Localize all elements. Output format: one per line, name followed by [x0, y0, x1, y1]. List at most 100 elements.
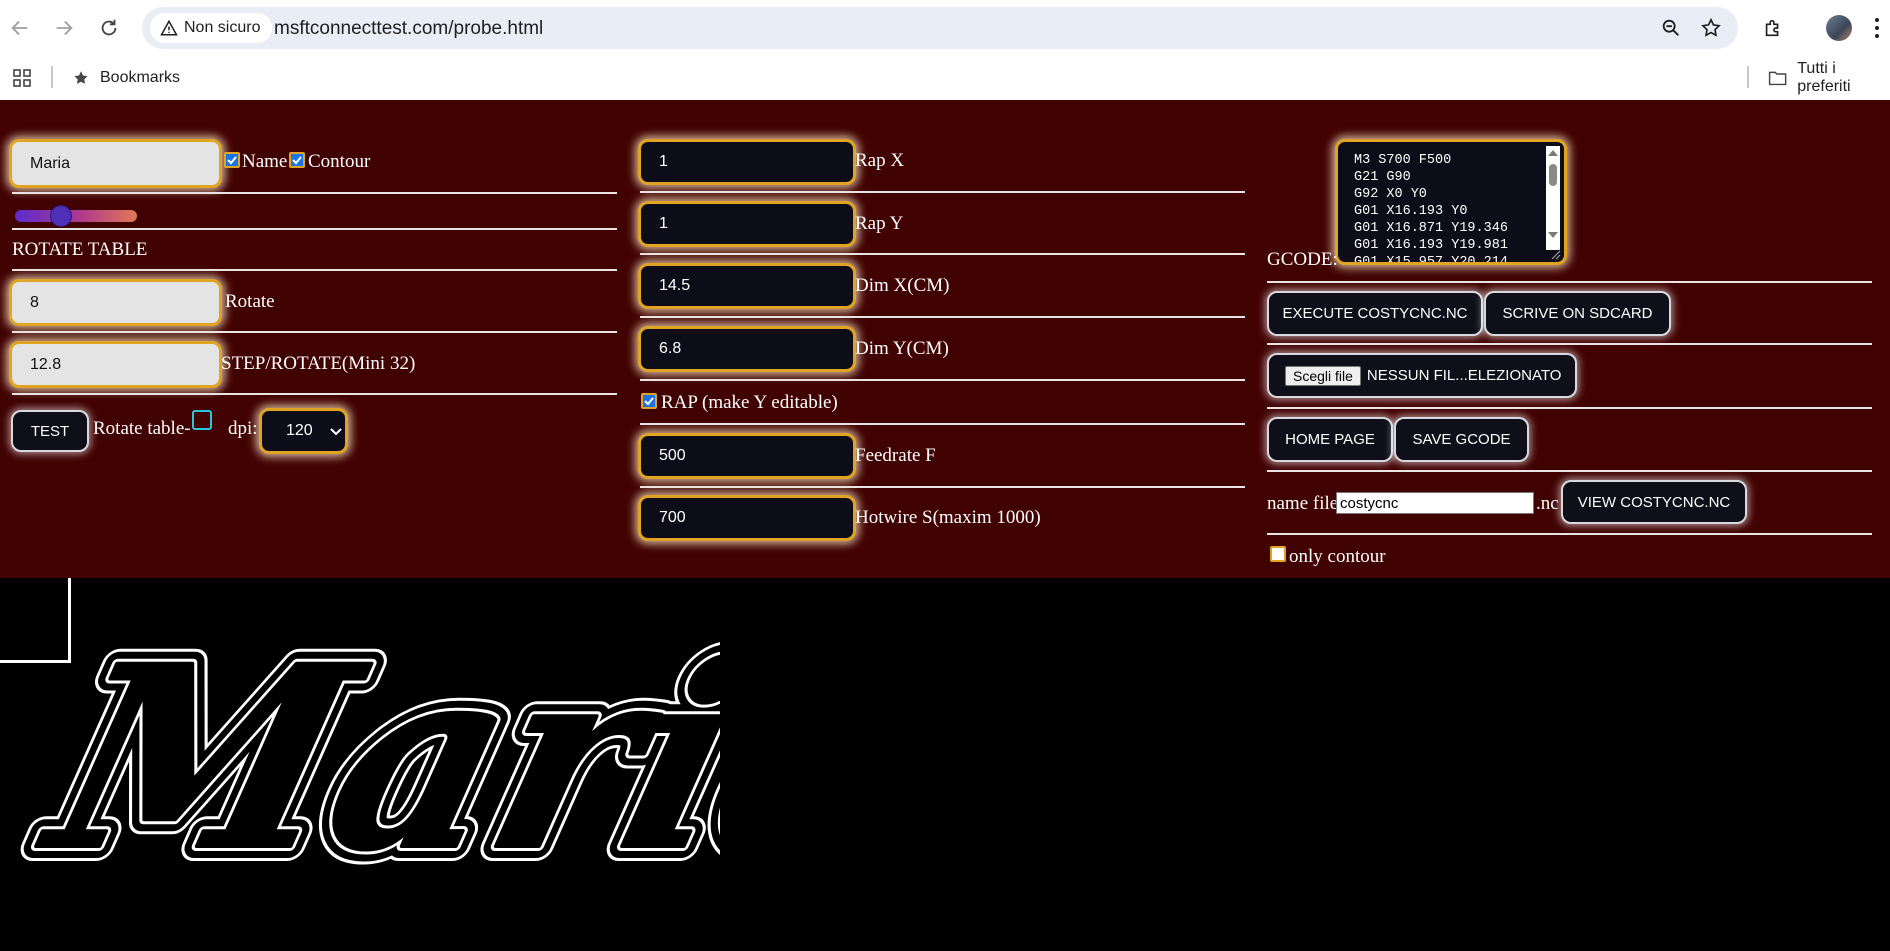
bookmark-star-button[interactable]	[1698, 15, 1724, 41]
gcode-text: M3 S700 F500 G21 G90 G92 X0 Y0 G01 X16.1…	[1354, 153, 1508, 265]
more-menu-button[interactable]	[1872, 16, 1882, 40]
reload-button[interactable]	[93, 12, 125, 44]
file-picker[interactable]: Scegli file NESSUN FIL...ELEZIONATO	[1267, 353, 1577, 398]
rotate-input[interactable]: 8	[9, 279, 222, 326]
feedrate-input[interactable]: 500	[638, 433, 856, 479]
rap-checkbox[interactable]	[641, 393, 657, 409]
execute-button[interactable]: EXECUTE COSTYCNC.NC	[1267, 291, 1483, 336]
divider	[1267, 343, 1872, 345]
zoom-button[interactable]	[1658, 15, 1684, 41]
divider	[640, 486, 1245, 488]
bookmarks-item[interactable]: Bookmarks	[72, 64, 180, 92]
divider	[640, 423, 1245, 425]
gcode-textarea[interactable]: M3 S700 F500 G21 G90 G92 X0 Y0 G01 X16.1…	[1335, 139, 1567, 265]
dpi-select[interactable]: 120	[259, 408, 348, 454]
rap-x-input[interactable]: 1	[638, 139, 856, 185]
bookmarks-bar: Bookmarks Tutti i preferiti	[0, 56, 1890, 100]
page-body: Maria Name Contour ROTATE TABLE 8 Rotate…	[0, 100, 1890, 951]
folder-icon	[1768, 71, 1787, 86]
star-filled-icon	[74, 71, 88, 84]
chevron-down-icon	[330, 428, 342, 436]
contour-check-label: Contour	[308, 151, 371, 172]
puzzle-icon	[1765, 19, 1779, 37]
name-checkbox[interactable]	[224, 152, 240, 168]
security-label: Non sicuro	[184, 19, 261, 36]
bookmarks-separator	[51, 66, 53, 88]
gcode-label: GCODE:	[1267, 249, 1338, 270]
sdcard-button[interactable]: SCRIVE ON SDCARD	[1484, 291, 1671, 336]
scroll-thumb[interactable]	[1549, 164, 1557, 186]
apps-button[interactable]	[12, 64, 32, 92]
url-text[interactable]: msftconnecttest.com/probe.html	[274, 18, 543, 40]
forward-button[interactable]	[48, 12, 80, 44]
divider	[12, 192, 617, 194]
preview-canvas[interactable]: Maria Maria Maria Maria	[0, 578, 1890, 951]
name-contour-drawing: Maria Maria Maria Maria	[6, 597, 720, 920]
reload-icon	[101, 19, 117, 36]
test-button[interactable]: TEST	[11, 410, 89, 452]
star-outline-icon	[1701, 17, 1721, 37]
divider	[1267, 407, 1872, 409]
dim-x-input[interactable]: 14.5	[638, 263, 856, 309]
profile-avatar[interactable]	[1826, 15, 1852, 41]
step-label: STEP/ROTATE(Mini 32)	[221, 353, 416, 374]
divider	[12, 393, 617, 395]
view-button[interactable]: VIEW COSTYCNC.NC	[1561, 480, 1747, 524]
dim-x-label: Dim X(CM)	[855, 275, 950, 296]
rotate-label: Rotate	[225, 291, 275, 312]
dim-y-input[interactable]: 6.8	[638, 326, 856, 372]
slider-track	[15, 210, 137, 222]
arrow-left-icon	[11, 20, 28, 36]
home-page-button[interactable]: HOME PAGE	[1267, 417, 1393, 462]
bookmarks-separator-right	[1747, 66, 1749, 88]
only-contour-checkbox[interactable]	[1270, 546, 1286, 562]
hotwire-input[interactable]: 700	[638, 495, 856, 541]
extensions-button[interactable]	[1757, 12, 1789, 44]
zoom-icon	[1662, 19, 1679, 36]
control-panel: Maria Name Contour ROTATE TABLE 8 Rotate…	[0, 100, 1890, 578]
choose-file-button[interactable]: Scegli file	[1285, 365, 1361, 386]
hotwire-label: Hotwire S(maxim 1000)	[855, 507, 1041, 528]
divider	[640, 191, 1245, 193]
bookmarks-label: Bookmarks	[100, 69, 181, 86]
divider	[1267, 281, 1872, 283]
back-button[interactable]	[4, 12, 36, 44]
rotate-table-label: Rotate table-	[93, 418, 191, 439]
address-bar[interactable]: Non sicuro msftconnecttest.com/probe.htm…	[142, 7, 1738, 49]
divider	[640, 316, 1245, 318]
name-file-ext: .nc	[1536, 493, 1559, 514]
check-icon	[292, 156, 302, 165]
step-input[interactable]: 12.8	[9, 341, 222, 388]
slider-thumb[interactable]	[50, 205, 72, 227]
name-file-label: name file	[1267, 493, 1339, 514]
rap-check-label: RAP (make Y editable)	[661, 392, 838, 413]
rap-y-input[interactable]: 1	[638, 201, 856, 247]
check-icon	[227, 156, 237, 165]
divider	[12, 269, 617, 271]
rap-x-label: Rap X	[855, 150, 905, 171]
svg-text:Maria: Maria	[21, 612, 720, 905]
resize-grip-icon[interactable]	[1551, 250, 1561, 260]
apps-grid-icon	[13, 69, 31, 87]
gcode-scrollbar[interactable]	[1546, 146, 1560, 250]
rotate-table-checkbox[interactable]	[192, 410, 212, 430]
only-contour-label: only contour	[1289, 546, 1386, 567]
browser-toolbar: Non sicuro msftconnecttest.com/probe.htm…	[0, 0, 1890, 56]
divider	[12, 228, 617, 230]
dpi-label: dpi:	[228, 418, 258, 439]
rap-y-label: Rap Y	[855, 213, 904, 234]
all-bookmarks-item[interactable]: Tutti i preferiti	[1768, 60, 1890, 95]
save-gcode-button[interactable]: SAVE GCODE	[1394, 417, 1529, 462]
name-input[interactable]: Maria	[9, 139, 222, 188]
name-check-label: Name	[242, 151, 288, 172]
kebab-menu-icon	[1875, 18, 1879, 38]
divider	[1267, 470, 1872, 472]
security-chip[interactable]: Non sicuro	[150, 13, 273, 43]
dim-y-label: Dim Y(CM)	[855, 338, 949, 359]
contour-checkbox[interactable]	[289, 152, 305, 168]
name-file-input[interactable]: costycnc	[1336, 492, 1534, 514]
divider	[12, 331, 617, 333]
scroll-down-icon	[1548, 232, 1558, 238]
warning-icon	[160, 19, 178, 36]
size-slider[interactable]	[15, 205, 137, 227]
